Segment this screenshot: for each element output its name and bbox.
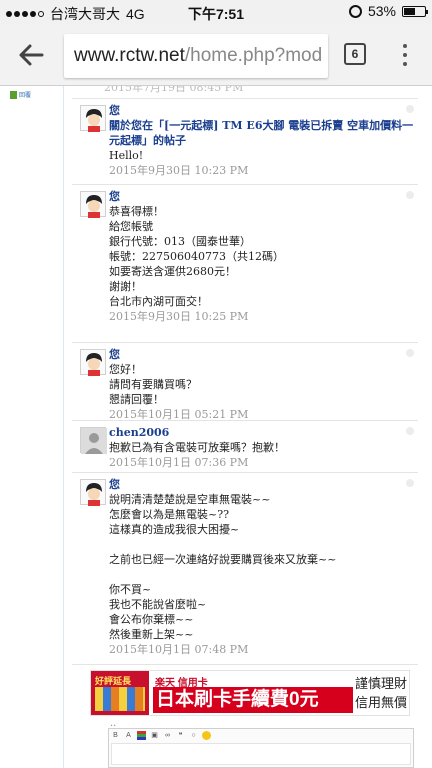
- message-timestamp: 2015年10月1日 07:48 PM: [109, 643, 249, 656]
- message-line: 銀行代號：013（國泰世華）: [109, 235, 251, 248]
- banner-promo-text: 好評延長: [95, 676, 132, 686]
- reply-textarea[interactable]: [111, 743, 411, 765]
- quote-icon[interactable]: ❝: [176, 731, 185, 740]
- message-line: 我也不能說省麼啦~: [109, 598, 207, 611]
- message-line: 你不買~: [109, 583, 152, 596]
- back-button[interactable]: [12, 38, 52, 72]
- credit-card-icon: [95, 687, 145, 711]
- message-subject[interactable]: 關於您在「[一元起標] TM E6大腳 電裝已拆賣 空車加價料一元起標」的帖子: [109, 118, 418, 148]
- banner-slogan-line2: 信用無價: [355, 695, 408, 710]
- tab-switcher-button[interactable]: 6: [344, 43, 366, 65]
- avatar[interactable]: [80, 427, 107, 454]
- message-line: 如要寄送含運供2680元！: [109, 265, 236, 278]
- message-author[interactable]: 您: [109, 347, 418, 362]
- message-line: 會公布你棄標~~: [109, 613, 194, 626]
- message-item: 您 說明清清楚楚說是空車無電裝~~ 怎麼會以為是無電裝~?? 這樣真的造成我很大…: [72, 472, 418, 664]
- sidebar: 回覆: [0, 86, 64, 768]
- message-line: 抱歉已為有含電裝可放棄嗎？抱歉！: [109, 441, 285, 454]
- message-menu-dot[interactable]: [406, 349, 414, 357]
- message-line: 您好！: [109, 363, 142, 376]
- message-item: 您 您好！ 請問有要購買嗎？ 懇請回覆！ 2015年10月1日 05:21 PM: [72, 342, 418, 421]
- bold-icon[interactable]: B: [111, 731, 120, 740]
- message-author[interactable]: 您: [109, 103, 418, 118]
- url-host: www.rctw.net: [74, 45, 185, 66]
- color-icon[interactable]: [137, 731, 146, 740]
- previous-timestamp: 2015年7月19日 08:45 PM: [104, 86, 244, 94]
- divider: [72, 664, 418, 665]
- message-menu-dot[interactable]: [406, 105, 414, 113]
- message-line: 請問有要購買嗎？: [109, 378, 197, 391]
- web-page: 回覆 2015年7月19日 08:45 PM 您 關於您在「[一元起標] TM …: [0, 86, 432, 768]
- font-icon[interactable]: A: [124, 731, 133, 740]
- back-arrow-icon: [19, 44, 44, 66]
- status-bar: 台湾大哥大 4G 下午7:51 53%: [0, 0, 432, 24]
- avatar[interactable]: [80, 349, 106, 376]
- message-menu-dot[interactable]: [406, 191, 414, 199]
- message-menu-dot[interactable]: [406, 479, 414, 487]
- message-author[interactable]: chen2006: [109, 425, 418, 440]
- message-line: 懇請回覆！: [109, 393, 164, 406]
- message-line: 給您帳號: [109, 220, 153, 233]
- message-item: 您 恭喜得標！ 給您帳號 銀行代號：013（國泰世華） 帳號：227506040…: [72, 184, 418, 342]
- avatar[interactable]: [80, 105, 106, 132]
- browser-toolbar: www.rctw.net/home.php?mod 6: [0, 24, 432, 86]
- message-timestamp: 2015年10月1日 07:36 PM: [109, 456, 249, 469]
- message-line: 恭喜得標！: [109, 205, 164, 218]
- alarm-icon: [348, 4, 362, 18]
- message-line: Hello!: [109, 149, 144, 162]
- message-line: 說明清清楚楚說是空車無電裝~~: [109, 493, 271, 506]
- message-line: 帳號：227506040773（共12碼）: [109, 250, 284, 263]
- message-item: 您 關於您在「[一元起標] TM E6大腳 電裝已拆賣 空車加價料一元起標」的帖…: [72, 98, 418, 184]
- image-icon[interactable]: ▣: [150, 731, 159, 740]
- banner-headline: 日本刷卡手續費0元: [153, 687, 353, 713]
- editor-toolbar: B A ▣ ∞ ❝ ○: [111, 731, 211, 740]
- banner-ad[interactable]: 好評延長 楽天 信用卡 日本刷卡手續費0元 謹慎理財 信用無價: [90, 670, 410, 716]
- message-timestamp: 2015年9月30日 10:23 PM: [109, 164, 249, 177]
- message-author[interactable]: 您: [109, 189, 418, 204]
- message-line: 怎麼會以為是無電裝~??: [109, 508, 230, 521]
- message-item: chen2006 抱歉已為有含電裝可放棄嗎？抱歉！ 2015年10月1日 07:…: [72, 420, 418, 472]
- sidebar-mini-icon[interactable]: 回覆: [10, 90, 31, 99]
- url-bar[interactable]: www.rctw.net/home.php?mod: [64, 34, 328, 78]
- avatar[interactable]: [80, 191, 106, 218]
- code-icon[interactable]: ○: [189, 731, 198, 740]
- banner-slogan-line1: 謹慎理財: [355, 676, 408, 691]
- message-timestamp: 2015年9月30日 10:25 PM: [109, 310, 249, 323]
- message-line: 之前也已經一次連絡好說要購買後來又放棄~~: [109, 553, 337, 566]
- avatar[interactable]: [80, 479, 106, 506]
- banner-left-panel: 好評延長: [91, 671, 149, 715]
- battery-percent: 53%: [367, 3, 396, 19]
- message-line: 台北市內湖可面交！: [109, 295, 208, 308]
- link-icon[interactable]: ∞: [163, 731, 172, 740]
- message-thread: 2015年7月19日 08:45 PM 您 關於您在「[一元起標] TM E6大…: [64, 86, 418, 768]
- url-path: /home.php?mod: [184, 45, 323, 66]
- message-line: 這樣真的造成我很大困擾~: [109, 523, 240, 536]
- overflow-menu-button[interactable]: [398, 42, 412, 68]
- reply-editor: B A ▣ ∞ ❝ ○: [108, 728, 414, 768]
- message-line: 謝謝！: [109, 280, 142, 293]
- banner-slogan: 謹慎理財 信用無價: [355, 674, 407, 712]
- smiley-icon[interactable]: [202, 731, 211, 740]
- message-author[interactable]: 您: [109, 477, 418, 492]
- message-line: 然後重新上架~~: [109, 628, 194, 641]
- battery-icon: [402, 5, 428, 17]
- message-menu-dot[interactable]: [406, 427, 414, 435]
